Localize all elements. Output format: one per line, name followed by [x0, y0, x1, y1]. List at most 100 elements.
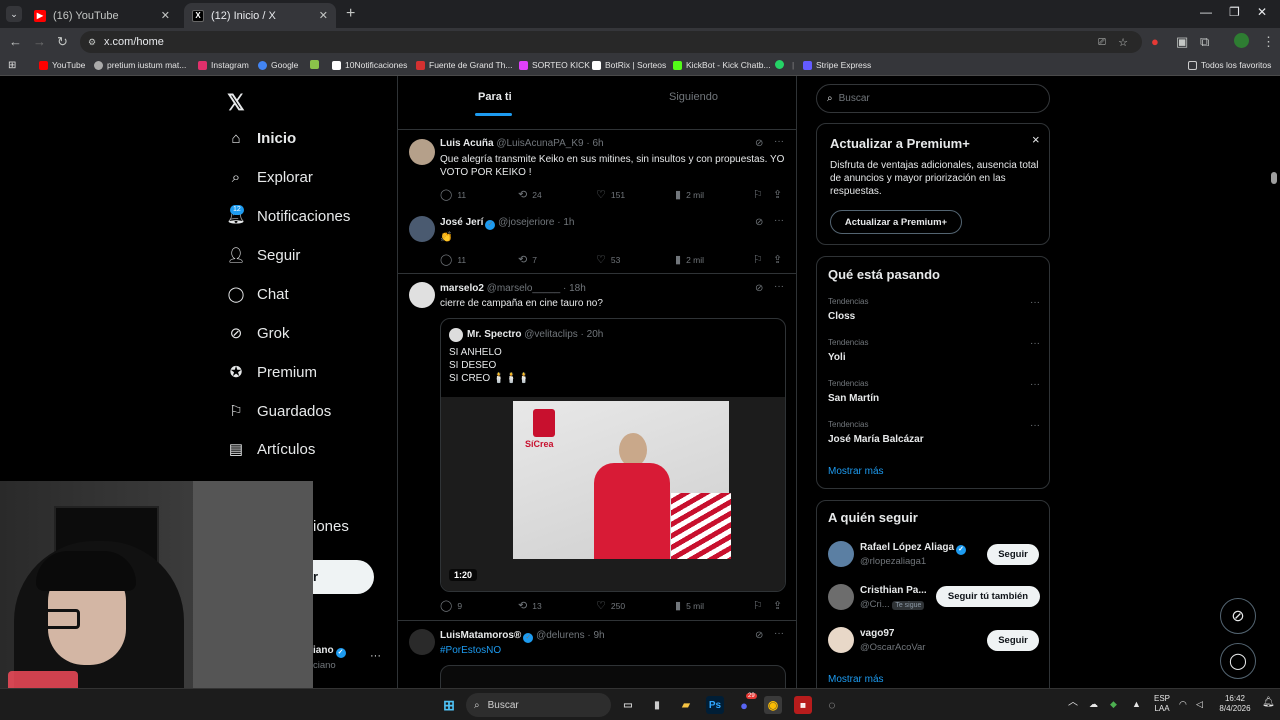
app-icon[interactable]: ▦ — [794, 696, 812, 714]
avatar[interactable] — [828, 627, 854, 653]
profile-avatar[interactable] — [1234, 33, 1249, 48]
taskbar-search[interactable]: ⌕ Buscar — [466, 693, 611, 717]
wifi-icon[interactable]: ◠ — [1179, 699, 1187, 709]
nav-more-partial[interactable]: iones — [313, 518, 349, 535]
trend-item[interactable]: Tendencias Closs ··· — [828, 297, 1040, 322]
bookmark-youtube[interactable]: YouTube — [39, 60, 85, 70]
install-app-icon[interactable]: ⎚ — [1098, 37, 1106, 48]
views-button[interactable]: ▮ 2 mil — [675, 188, 704, 201]
follow-back-button[interactable]: Seguir tú también — [936, 586, 1040, 607]
post-time[interactable]: · 9h — [587, 630, 604, 641]
file-explorer-icon[interactable]: ▰ — [677, 696, 695, 714]
reply-button[interactable]: ◯ 11 — [440, 188, 466, 201]
bookmark-generic[interactable] — [310, 60, 323, 69]
nav-bookmarks[interactable]: ⚐ Guardados — [227, 402, 331, 421]
repost-button[interactable]: ⟲ 7 — [518, 253, 537, 266]
post-luis-acuna[interactable]: Luis Acuña @LuisAcunaPA_K9 · 6h ⊘ ··· Qu… — [398, 130, 796, 210]
avatar[interactable] — [828, 541, 854, 567]
grok-icon[interactable]: ⊘ — [755, 630, 763, 641]
grok-icon[interactable]: ⊘ — [755, 283, 763, 294]
more-icon[interactable]: ··· — [774, 136, 784, 147]
clock[interactable]: 16:42 8/4/2026 — [1215, 694, 1255, 714]
follow-button[interactable]: Seguir — [987, 544, 1039, 565]
bookmark-button[interactable]: ⚐ — [753, 599, 768, 612]
bookmark-google[interactable]: Google — [258, 60, 298, 70]
search-input[interactable]: ⌕ Buscar — [816, 84, 1050, 113]
nav-explore[interactable]: ⌕ Explorar — [227, 168, 313, 186]
tray-app-icon[interactable]: ◆ — [1110, 699, 1117, 709]
nav-premium[interactable]: ✪ Premium — [227, 363, 317, 382]
post-luis-matamoros[interactable]: LuisMatamoros® ✓ @delurens · 9h ⊘ ··· #Po… — [398, 621, 796, 695]
follow-button[interactable]: Seguir — [987, 630, 1039, 651]
nav-articles[interactable]: ▤ Artículos — [227, 440, 315, 459]
bookmark-pretium[interactable]: pretium iustum mat... — [94, 60, 186, 70]
task-view-icon[interactable]: ▭ — [619, 696, 637, 714]
nav-notifications[interactable]: 🔔︎ Notificaciones — [226, 207, 350, 226]
notification-center-icon[interactable]: 🔔︎ — [1262, 698, 1275, 708]
follow-suggestion[interactable]: Cristhian Pa... @Cri... Te sigue Seguir … — [828, 584, 1040, 614]
post-time[interactable]: · 1h — [557, 217, 574, 228]
like-button[interactable]: ♡ 151 — [596, 188, 625, 201]
share-button[interactable]: ⇪ — [773, 599, 787, 612]
bookmark-button[interactable]: ⚐ — [753, 253, 768, 266]
browser-tab-youtube[interactable]: ▶ (16) YouTube ✕ — [26, 3, 178, 28]
author-handle[interactable]: @delurens — [536, 630, 585, 641]
bookmark-gta[interactable]: Fuente de Grand Th... — [416, 60, 512, 70]
close-window-icon[interactable]: ✕ — [1257, 5, 1267, 19]
bookmark-botrix[interactable]: BotRix | Sorteos — [592, 60, 666, 70]
tray-app-icon[interactable]: ☁ — [1089, 699, 1098, 709]
grok-icon[interactable]: ⊘ — [755, 138, 763, 149]
reply-button[interactable]: ◯ 9 — [440, 599, 462, 612]
post-hashtag[interactable]: #PorEstosNO — [440, 644, 785, 657]
tray-chevron-icon[interactable]: ︿ — [1068, 698, 1078, 708]
browser-tab-x[interactable]: X (12) Inicio / X ✕ — [184, 3, 336, 28]
minimize-icon[interactable]: — — [1200, 5, 1212, 19]
address-bar[interactable]: ⚙ x.com/home ⎚ ☆ — [80, 31, 1142, 53]
back-icon[interactable]: ← — [9, 34, 22, 49]
restore-icon[interactable]: ❐ — [1229, 5, 1240, 19]
close-tab-icon[interactable]: ✕ — [161, 9, 170, 22]
views-button[interactable]: ▮ 5 mil — [675, 599, 704, 612]
site-info-icon[interactable]: ⚙ — [88, 37, 96, 48]
forward-icon[interactable]: → — [33, 34, 46, 49]
video-player[interactable]: SíCrea 1:20 — [441, 397, 785, 591]
avatar[interactable] — [409, 282, 435, 308]
author-handle[interactable]: @marselo_____ — [487, 283, 561, 294]
author-name[interactable]: LuisMatamoros® — [440, 630, 521, 641]
apps-icon[interactable]: ⊞ — [8, 60, 16, 71]
quoted-post[interactable]: Mr. Spectro @velitaclips · 20h SI ANHELO… — [440, 318, 786, 592]
chrome-icon[interactable]: ◉ — [764, 696, 782, 714]
trend-item[interactable]: Tendencias José María Balcázar ··· — [828, 420, 1040, 445]
menu-icon[interactable]: ⋮ — [1262, 34, 1275, 50]
photoshop-icon[interactable]: Ps — [706, 696, 724, 714]
post-time[interactable]: · 18h — [563, 283, 586, 294]
author-handle[interactable]: @josejeriore — [498, 217, 554, 228]
follow-suggestion[interactable]: vago97 @OscarAcoVar Seguir — [828, 627, 1040, 657]
author-handle[interactable]: @LuisAcunaPA_K9 — [496, 138, 583, 149]
close-icon[interactable]: × — [1032, 132, 1040, 147]
volume-icon[interactable]: ◁ — [1196, 699, 1203, 709]
author-name[interactable]: marselo2 — [440, 283, 484, 294]
avatar[interactable] — [409, 629, 435, 655]
trends-show-more[interactable]: Mostrar más — [828, 466, 884, 477]
more-icon[interactable]: ··· — [1030, 338, 1040, 349]
bookmark-whatsapp[interactable] — [775, 60, 788, 69]
like-button[interactable]: ♡ 250 — [596, 599, 625, 612]
avatar[interactable] — [828, 584, 854, 610]
close-tab-icon[interactable]: ✕ — [319, 9, 328, 22]
views-button[interactable]: ▮ 2 mil — [675, 253, 704, 266]
x-logo-icon[interactable]: 𝕏 — [227, 90, 245, 116]
repost-button[interactable]: ⟲ 13 — [518, 599, 542, 612]
extensions-icon[interactable]: ⧉ — [1200, 34, 1209, 50]
more-icon[interactable]: ··· — [774, 628, 784, 639]
more-icon[interactable]: ··· — [1030, 297, 1040, 308]
bookmark-star-icon[interactable]: ☆ — [1118, 36, 1128, 49]
nav-follow[interactable]: 👤︎ Seguir — [226, 246, 300, 265]
app-icon[interactable]: ▮ — [648, 696, 666, 714]
profile-name[interactable]: iano ✓ — [313, 645, 346, 658]
tab-following[interactable]: Siguiendo — [669, 91, 718, 103]
reload-icon[interactable]: ↻ — [57, 34, 68, 50]
new-tab-button[interactable]: + — [346, 5, 355, 23]
bookmark-sorteo[interactable]: SORTEO KICK — [519, 60, 590, 70]
grok-icon[interactable]: ⊘ — [755, 217, 763, 228]
